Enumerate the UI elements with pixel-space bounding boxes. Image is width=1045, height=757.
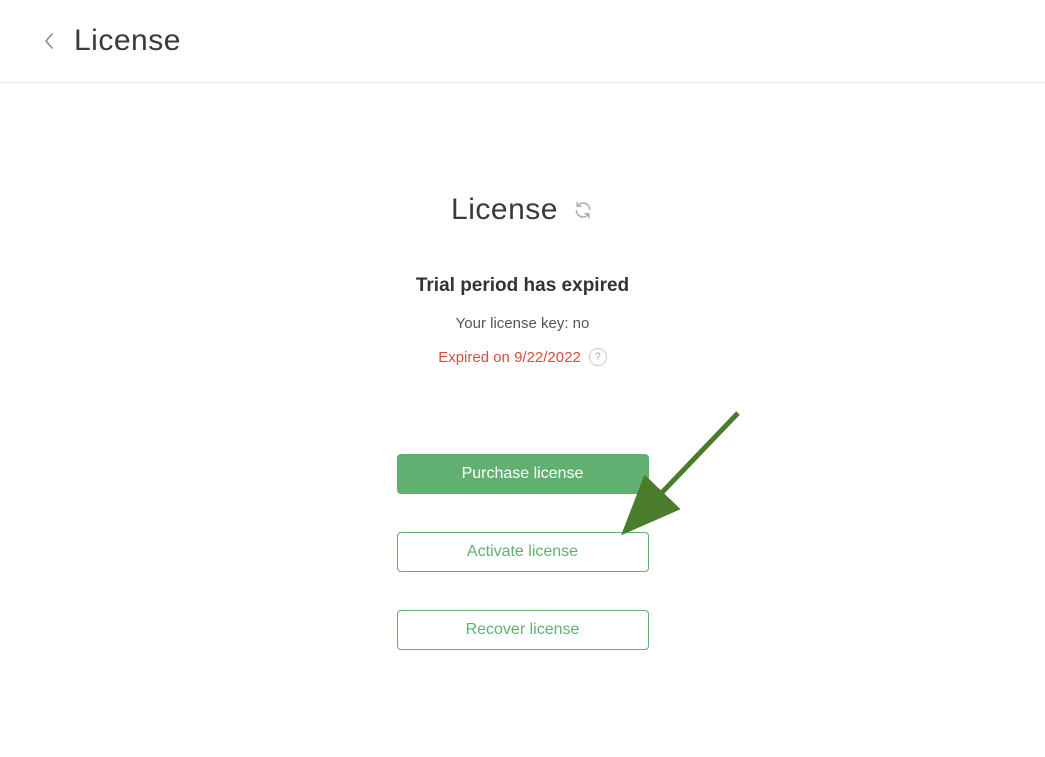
- section-title-row: License: [451, 193, 594, 227]
- button-stack: Purchase license Activate license Recove…: [397, 454, 649, 650]
- recover-license-button[interactable]: Recover license: [397, 610, 649, 650]
- expired-text: Expired on 9/22/2022: [438, 349, 581, 366]
- section-title: License: [451, 193, 558, 227]
- header-bar: License: [0, 0, 1045, 83]
- help-icon[interactable]: ?: [589, 348, 607, 366]
- status-heading: Trial period has expired: [416, 275, 629, 297]
- refresh-icon[interactable]: [572, 199, 594, 221]
- activate-license-button[interactable]: Activate license: [397, 532, 649, 572]
- license-key-text: Your license key: no: [456, 315, 590, 332]
- content-area: License Trial period has expired Your li…: [0, 83, 1045, 650]
- purchase-license-button[interactable]: Purchase license: [397, 454, 649, 494]
- page-title: License: [74, 24, 181, 58]
- back-icon[interactable]: [40, 32, 58, 50]
- expired-row: Expired on 9/22/2022 ?: [438, 348, 607, 366]
